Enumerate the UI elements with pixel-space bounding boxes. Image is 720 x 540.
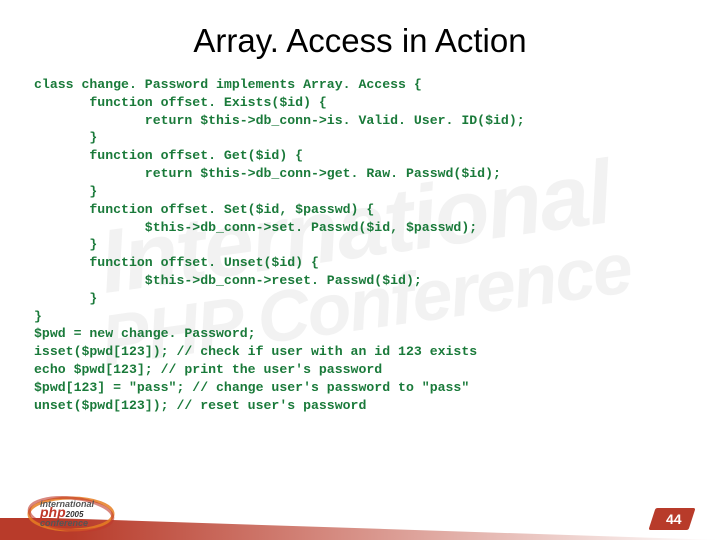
- logo-text: international php2005 conference: [40, 500, 94, 528]
- page-number-badge: 44: [649, 508, 696, 530]
- slide-title: Array. Access in Action: [0, 0, 720, 72]
- logo-line3: conference: [40, 518, 88, 528]
- code-block: class change. Password implements Array.…: [0, 72, 720, 414]
- page-number: 44: [666, 511, 682, 527]
- conference-logo: international php2005 conference: [26, 490, 116, 534]
- footer: international php2005 conference 44: [0, 484, 720, 540]
